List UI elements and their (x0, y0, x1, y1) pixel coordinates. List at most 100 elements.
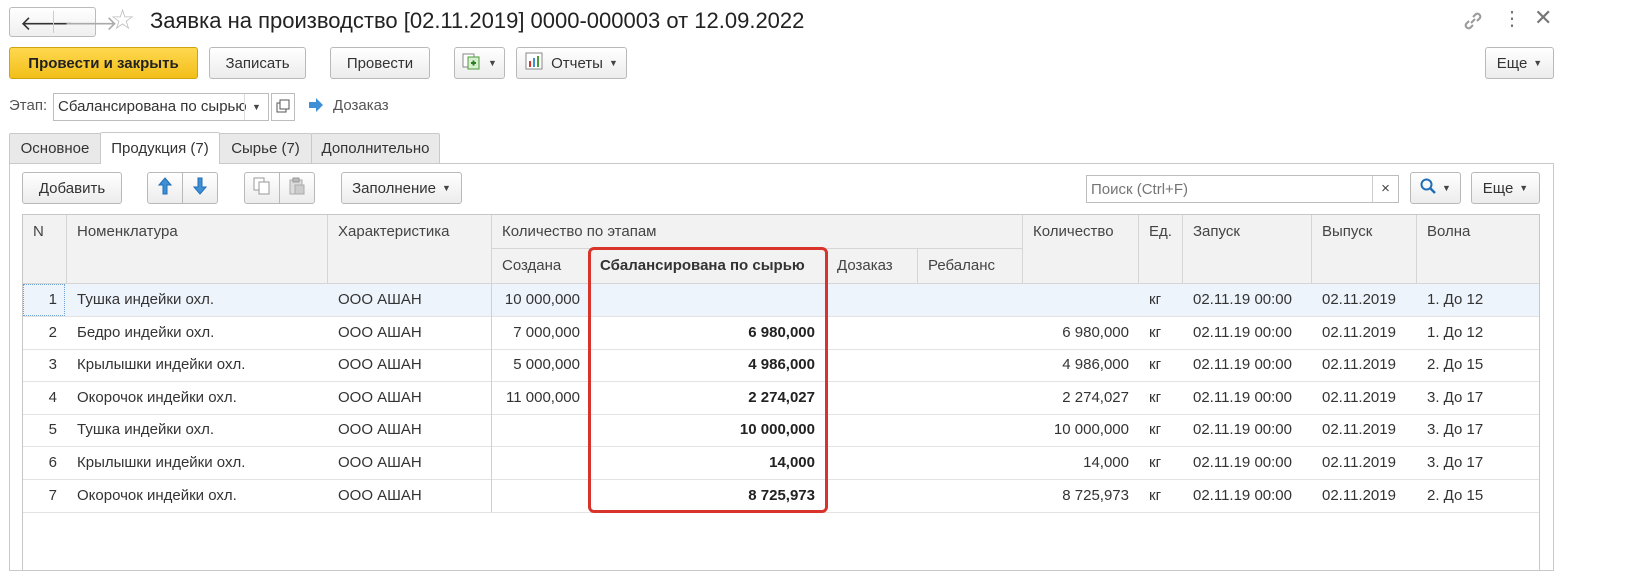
create-based-on-button[interactable]: ▼ (454, 47, 505, 79)
chevron-down-icon[interactable]: ▼ (244, 94, 268, 120)
cell-characteristic[interactable]: ООО АШАН (328, 480, 492, 512)
cell-balanced[interactable]: 6 980,000 (590, 317, 827, 349)
table-row[interactable]: 6 Крылышки индейки охл. ООО АШАН 14,000 14,0… (23, 447, 1539, 480)
favorite-star-icon[interactable]: ☆ (110, 5, 135, 35)
cell-created[interactable] (492, 447, 590, 479)
cell-release[interactable]: 02.11.2019 (1312, 349, 1417, 381)
col-release[interactable]: Выпуск (1312, 215, 1417, 284)
cell-nomenclature[interactable]: Крылышки индейки охл. (67, 349, 328, 381)
more-vertical-icon[interactable]: ⋮ (1502, 8, 1522, 30)
tab-main[interactable]: Основное (9, 133, 101, 163)
cell-created[interactable] (492, 414, 590, 446)
cell-created[interactable]: 10 000,000 (492, 284, 590, 316)
copy-button[interactable] (244, 172, 280, 204)
search-button[interactable]: ▼ (1410, 172, 1461, 204)
cell-n[interactable]: 6 (23, 447, 67, 479)
cell-balanced[interactable]: 2 274,027 (590, 382, 827, 414)
cell-created[interactable]: 7 000,000 (492, 317, 590, 349)
cell-n[interactable]: 5 (23, 414, 67, 446)
col-launch[interactable]: Запуск (1183, 215, 1312, 284)
cell-reorder[interactable] (827, 349, 918, 381)
cell-characteristic[interactable]: ООО АШАН (328, 349, 492, 381)
cell-balanced[interactable]: 8 725,973 (590, 480, 827, 512)
cell-unit[interactable]: кг (1139, 284, 1183, 316)
cell-n[interactable]: 1 (23, 284, 67, 316)
cell-quantity[interactable]: 10 000,000 (1023, 414, 1139, 446)
cell-reorder[interactable] (827, 414, 918, 446)
more-actions-button[interactable]: Еще ▼ (1485, 47, 1554, 79)
cell-launch[interactable]: 02.11.19 00:00 (1183, 447, 1312, 479)
cell-quantity[interactable]: 6 980,000 (1023, 317, 1139, 349)
cell-quantity[interactable] (1023, 284, 1139, 316)
cell-characteristic[interactable]: ООО АШАН (328, 414, 492, 446)
cell-release[interactable]: 02.11.2019 (1312, 480, 1417, 512)
table-row[interactable]: 7 Окорочок индейки охл. ООО АШАН 8 725,973 8… (23, 480, 1539, 513)
cell-unit[interactable]: кг (1139, 317, 1183, 349)
cell-wave[interactable]: 2. До 15 (1417, 349, 1539, 381)
cell-n[interactable]: 7 (23, 480, 67, 512)
move-up-button[interactable] (147, 172, 183, 204)
cell-n[interactable]: 2 (23, 317, 67, 349)
paste-button[interactable] (279, 172, 315, 204)
cell-launch[interactable]: 02.11.19 00:00 (1183, 317, 1312, 349)
cell-quantity[interactable]: 14,000 (1023, 447, 1139, 479)
fill-button[interactable]: Заполнение ▼ (341, 172, 462, 204)
cell-characteristic[interactable]: ООО АШАН (328, 317, 492, 349)
next-stage-link[interactable]: Дозаказ (333, 97, 389, 114)
table-row[interactable]: 3 Крылышки индейки охл. ООО АШАН 5 000,000 4… (23, 349, 1539, 383)
cell-balanced[interactable] (590, 284, 827, 316)
cell-unit[interactable]: кг (1139, 414, 1183, 446)
cell-launch[interactable]: 02.11.19 00:00 (1183, 382, 1312, 414)
search-input[interactable] (1087, 176, 1367, 202)
cell-wave[interactable]: 3. До 17 (1417, 447, 1539, 479)
col-created[interactable]: Создана (492, 249, 590, 284)
cell-release[interactable]: 02.11.2019 (1312, 382, 1417, 414)
cell-release[interactable]: 02.11.2019 (1312, 317, 1417, 349)
cell-created[interactable]: 5 000,000 (492, 349, 590, 381)
cell-n[interactable]: 3 (23, 349, 67, 381)
cell-wave[interactable]: 2. До 15 (1417, 480, 1539, 512)
cell-rebalance[interactable] (918, 414, 1023, 446)
open-stage-button[interactable] (271, 93, 295, 121)
tab-products[interactable]: Продукция (7) (100, 132, 220, 164)
cell-characteristic[interactable]: ООО АШАН (328, 284, 492, 316)
cell-launch[interactable]: 02.11.19 00:00 (1183, 414, 1312, 446)
cell-created[interactable] (492, 480, 590, 512)
cell-created[interactable]: 11 000,000 (492, 382, 590, 414)
post-and-close-button[interactable]: Провести и закрыть (9, 47, 198, 79)
cell-nomenclature[interactable]: Окорочок индейки охл. (67, 480, 328, 512)
cell-release[interactable]: 02.11.2019 (1312, 284, 1417, 316)
cell-release[interactable]: 02.11.2019 (1312, 447, 1417, 479)
cell-quantity[interactable]: 2 274,027 (1023, 382, 1139, 414)
save-button[interactable]: Записать (209, 47, 306, 79)
col-wave[interactable]: Волна (1417, 215, 1539, 284)
col-quantity[interactable]: Количество (1023, 215, 1139, 284)
cell-quantity[interactable]: 8 725,973 (1023, 480, 1139, 512)
cell-wave[interactable]: 3. До 17 (1417, 382, 1539, 414)
cell-unit[interactable]: кг (1139, 382, 1183, 414)
cell-reorder[interactable] (827, 447, 918, 479)
cell-nomenclature[interactable]: Тушка индейки охл. (67, 284, 328, 316)
cell-reorder[interactable] (827, 480, 918, 512)
link-icon[interactable] (1462, 10, 1484, 36)
cell-reorder[interactable] (827, 317, 918, 349)
tab-additional[interactable]: Дополнительно (311, 133, 440, 163)
cell-balanced[interactable]: 10 000,000 (590, 414, 827, 446)
tab-raw-materials[interactable]: Сырье (7) (219, 133, 312, 163)
cell-unit[interactable]: кг (1139, 447, 1183, 479)
col-balanced[interactable]: Сбалансирована по сырью (590, 249, 827, 284)
cell-nomenclature[interactable]: Тушка индейки охл. (67, 414, 328, 446)
cell-characteristic[interactable]: ООО АШАН (328, 382, 492, 414)
cell-rebalance[interactable] (918, 317, 1023, 349)
table-row[interactable]: 4 Окорочок индейки охл. ООО АШАН 11 000,000… (23, 382, 1539, 415)
cell-launch[interactable]: 02.11.19 00:00 (1183, 284, 1312, 316)
cell-launch[interactable]: 02.11.19 00:00 (1183, 480, 1312, 512)
table-row[interactable]: 5 Тушка индейки охл. ООО АШАН 10 000,000 10 … (23, 414, 1539, 448)
cell-rebalance[interactable] (918, 480, 1023, 512)
cell-launch[interactable]: 02.11.19 00:00 (1183, 349, 1312, 381)
cell-nomenclature[interactable]: Бедро индейки охл. (67, 317, 328, 349)
col-characteristic[interactable]: Характеристика (328, 215, 492, 284)
table-row[interactable]: 1 Тушка индейки охл. ООО АШАН 10 000,000 кг 0… (23, 284, 1539, 317)
col-nomenclature[interactable]: Номенклатура (67, 215, 328, 284)
cell-rebalance[interactable] (918, 382, 1023, 414)
